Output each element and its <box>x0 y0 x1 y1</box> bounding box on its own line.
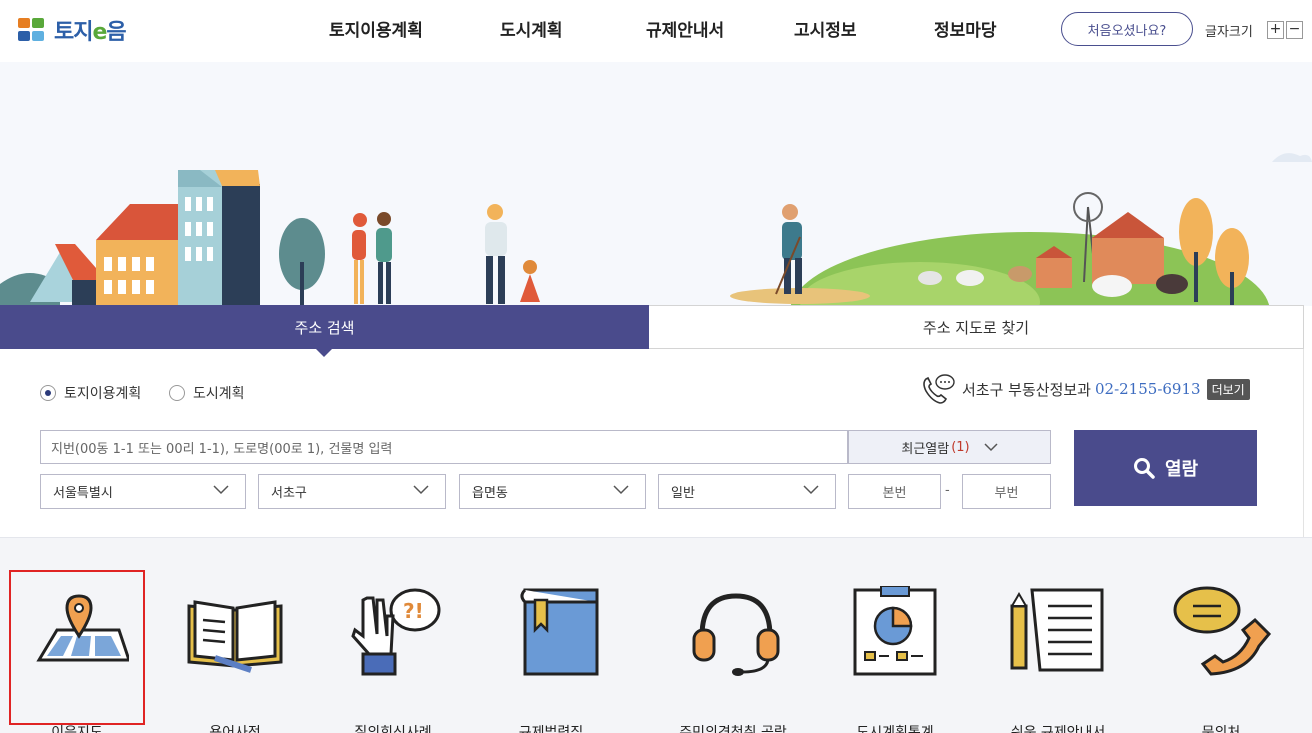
map-pin-icon <box>36 594 129 662</box>
phone-chat-bubble-icon <box>1173 586 1271 676</box>
chevron-down-icon <box>803 485 819 495</box>
nav-regulation-guide[interactable]: 규제안내서 <box>646 16 724 41</box>
first-visit-button[interactable]: 처음오셨나요? <box>1061 12 1193 46</box>
quick-item-qa-cases[interactable]: ?! 질의회신사례 <box>325 570 461 733</box>
font-size-label: 글자크기 <box>1205 25 1253 40</box>
search-icon <box>1133 458 1155 479</box>
quick-item-glossary[interactable]: 용어사전 <box>167 570 303 733</box>
chevron-down-icon <box>984 442 998 451</box>
hero-scene-image <box>0 153 1312 306</box>
number-separator: - <box>945 483 950 498</box>
quick-menu: 이음지도 용어사전 ?! 질의회신사례 규제법령집 주민의견청취 공람 도시계획… <box>0 537 1312 733</box>
sub-number-input[interactable]: 부번 <box>962 474 1051 509</box>
chevron-down-icon <box>213 485 229 495</box>
select-value: 읍면동 <box>472 486 508 501</box>
search-button-label: 열람 <box>1164 459 1199 480</box>
quick-item-label: 쉬운 규제안내서 <box>1010 725 1106 733</box>
font-size-increase-button[interactable]: + <box>1267 21 1284 39</box>
radio-selected-indicator <box>40 385 56 401</box>
search-panel: 주소 검색 주소 지도로 찾기 토지이용계획 도시계획 서초구 부동산정보과 0… <box>0 305 1304 537</box>
tab-address-search[interactable]: 주소 검색 <box>0 305 649 357</box>
quick-item-contact[interactable]: 문의처 <box>1153 570 1289 733</box>
view-search-button[interactable]: 열람 <box>1074 430 1257 506</box>
nav-land-use-plan[interactable]: 토지이용계획 <box>329 16 423 41</box>
select-value: 서울특별시 <box>53 486 113 501</box>
contact-info: 서초구 부동산정보과 02-2155-6913 더보기 <box>920 373 1250 405</box>
select-value: 서초구 <box>271 486 307 501</box>
phone-number: 02-2155-6913 <box>1094 380 1201 398</box>
quick-item-label: 주민의견청취 공람 <box>679 725 787 733</box>
main-number-input[interactable]: 본번 <box>848 474 941 509</box>
radio-land-use-plan[interactable]: 토지이용계획 <box>40 383 141 403</box>
quick-item-eum-map[interactable]: 이음지도 <box>9 570 145 733</box>
recent-count: (1) <box>951 439 970 455</box>
quick-item-label: 용어사전 <box>209 725 261 733</box>
quick-item-label: 문의처 <box>1201 725 1241 733</box>
address-search-input[interactable]: 지번(00동 1-1 또는 00리 1-1), 도로명(00로 1), 건물명 … <box>40 430 848 464</box>
quick-item-public-opinion[interactable]: 주민의견청취 공람 <box>668 570 798 733</box>
pie-chart-clipboard-icon <box>853 586 937 676</box>
phone-chat-icon <box>923 374 955 404</box>
department-name: 서초구 부동산정보과 <box>962 380 1091 399</box>
recent-label: 최근열람 <box>901 441 950 457</box>
font-size-decrease-button[interactable]: − <box>1286 21 1303 39</box>
logo-text: 토지e음 <box>54 20 127 45</box>
headset-icon <box>692 593 780 676</box>
law-book-icon <box>520 588 599 676</box>
recent-view-dropdown[interactable]: 최근열람 (1) <box>848 430 1051 464</box>
site-logo[interactable]: 토지e음 <box>18 14 127 46</box>
land-type-select[interactable]: 일반 <box>658 474 836 509</box>
raised-hand-question-icon: ?! <box>351 588 441 676</box>
hero-illustration <box>0 62 1312 306</box>
chevron-down-icon <box>613 485 629 495</box>
chevron-down-icon <box>413 485 429 495</box>
radio-label: 도시계획 <box>193 386 245 402</box>
tab-map-search[interactable]: 주소 지도로 찾기 <box>649 305 1304 349</box>
sigungu-select[interactable]: 서초구 <box>258 474 446 509</box>
header: 토지e음 토지이용계획 도시계획 규제안내서 고시정보 정보마당 처음오셨나요?… <box>0 0 1312 62</box>
sido-select[interactable]: 서울특별시 <box>40 474 246 509</box>
more-button[interactable]: 더보기 <box>1206 378 1250 400</box>
radio-label: 토지이용계획 <box>64 386 142 402</box>
logo-icon <box>18 16 48 44</box>
quick-item-urban-plan-stats[interactable]: 도시계획통계 <box>827 570 963 733</box>
quick-item-label: 이음지도 <box>51 725 103 733</box>
quick-item-label: 도시계획통계 <box>856 725 934 733</box>
nav-urban-plan[interactable]: 도시계획 <box>500 16 563 41</box>
open-book-icon <box>187 600 283 673</box>
quick-item-easy-guide[interactable]: 쉬운 규제안내서 <box>990 570 1126 733</box>
nav-info-plaza[interactable]: 정보마당 <box>934 16 997 41</box>
document-pencil-icon <box>1010 588 1104 672</box>
nav-notice-info[interactable]: 고시정보 <box>794 16 857 41</box>
quick-item-label: 질의회신사례 <box>354 725 432 733</box>
quick-item-regulation-laws[interactable]: 규제법령집 <box>483 570 619 733</box>
radio-urban-plan[interactable]: 도시계획 <box>169 383 245 403</box>
select-value: 일반 <box>671 486 695 501</box>
radio-unselected-indicator <box>169 385 185 401</box>
quick-item-label: 규제법령집 <box>518 725 584 733</box>
svg-text:?!: ?! <box>403 599 424 623</box>
eupmyeondong-select[interactable]: 읍면동 <box>459 474 646 509</box>
